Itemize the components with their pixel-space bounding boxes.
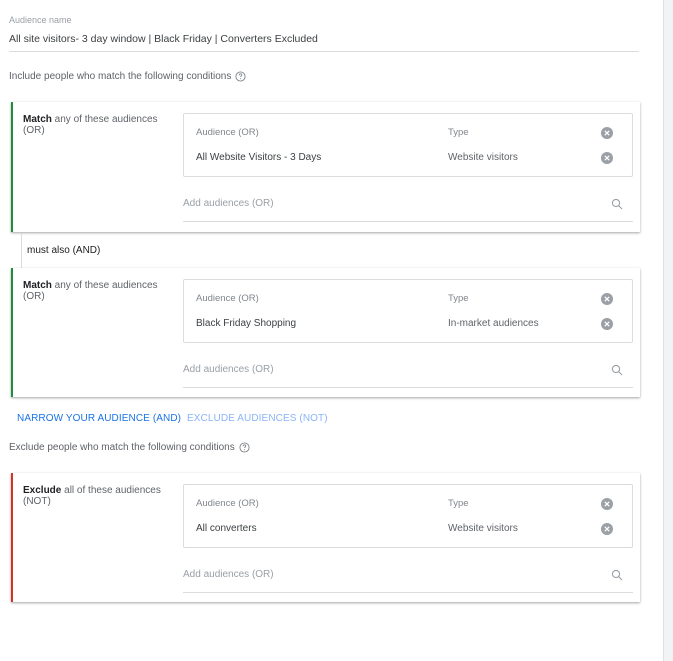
- audience-row-name: All converters: [196, 523, 257, 534]
- exclude-heading: Exclude people who match the following c…: [9, 442, 250, 453]
- group-match-label: Match any of these audiences (OR): [23, 114, 173, 136]
- add-audiences-input[interactable]: Add audiences (OR): [183, 188, 633, 222]
- help-icon[interactable]: [235, 71, 246, 82]
- narrow-audience-button[interactable]: NARROW YOUR AUDIENCE (AND): [17, 413, 181, 424]
- audience-row-type: In-market audiences: [448, 318, 539, 329]
- remove-audience-icon[interactable]: [601, 522, 613, 535]
- exclude-audiences-button[interactable]: EXCLUDE AUDIENCES (NOT): [187, 413, 328, 424]
- remove-all-icon[interactable]: [601, 497, 613, 510]
- audience-row-type: Website visitors: [448, 523, 518, 534]
- match-keyword: Match: [23, 114, 52, 125]
- add-audiences-input[interactable]: Add audiences (OR): [183, 354, 633, 388]
- include-heading: Include people who match the following c…: [9, 71, 246, 82]
- add-audiences-placeholder: Add audiences (OR): [183, 364, 274, 375]
- match-suffix: (NOT): [23, 496, 51, 507]
- audience-column-header: Audience (OR): [196, 293, 259, 304]
- remove-all-icon[interactable]: [601, 126, 613, 139]
- right-rail-scroll-area: [663, 0, 673, 661]
- remove-audience-icon[interactable]: [601, 317, 613, 330]
- search-icon[interactable]: [611, 363, 623, 376]
- exclude-keyword: Exclude: [23, 485, 62, 496]
- exclude-heading-text: Exclude people who match the following c…: [9, 442, 235, 453]
- and-connector-line: [21, 233, 22, 268]
- match-rest: all of these audiences: [61, 485, 161, 496]
- type-column-header: Type: [448, 127, 469, 138]
- search-icon[interactable]: [611, 197, 623, 210]
- selected-audiences-box: Audience (OR) Type All converters Websit…: [183, 484, 633, 548]
- include-group-1: Match any of these audiences (OR) Audien…: [11, 102, 640, 232]
- group-match-label: Match any of these audiences (OR): [23, 280, 173, 302]
- audience-name-input[interactable]: All site visitors- 3 day window | Black …: [9, 33, 318, 45]
- search-icon[interactable]: [611, 568, 623, 581]
- match-rest: any of these audiences: [51, 280, 158, 291]
- match-rest: any of these audiences: [51, 114, 158, 125]
- audience-name-label: Audience name: [9, 15, 72, 25]
- type-column-header: Type: [448, 498, 469, 509]
- help-icon[interactable]: [239, 442, 250, 453]
- add-audiences-input[interactable]: Add audiences (OR): [183, 559, 633, 593]
- audience-row-name: All Website Visitors - 3 Days: [196, 152, 322, 163]
- type-column-header: Type: [448, 293, 469, 304]
- selected-audiences-box: Audience (OR) Type Black Friday Shopping…: [183, 279, 633, 343]
- match-keyword: Match: [23, 280, 52, 291]
- must-also-label: must also (AND): [27, 245, 101, 256]
- audience-name-underline: [9, 51, 639, 52]
- remove-all-icon[interactable]: [601, 292, 613, 305]
- add-audiences-placeholder: Add audiences (OR): [183, 198, 274, 209]
- audience-column-header: Audience (OR): [196, 127, 259, 138]
- exclude-group: Exclude all of these audiences (NOT) Aud…: [11, 473, 640, 602]
- include-group-2: Match any of these audiences (OR) Audien…: [11, 268, 640, 397]
- add-audiences-placeholder: Add audiences (OR): [183, 569, 274, 580]
- audience-column-header: Audience (OR): [196, 498, 259, 509]
- group-match-label: Exclude all of these audiences (NOT): [23, 485, 173, 507]
- include-heading-text: Include people who match the following c…: [9, 71, 232, 82]
- match-suffix: (OR): [23, 125, 45, 136]
- audience-row-name: Black Friday Shopping: [196, 318, 297, 329]
- remove-audience-icon[interactable]: [601, 151, 613, 164]
- match-suffix: (OR): [23, 291, 45, 302]
- audience-row-type: Website visitors: [448, 152, 518, 163]
- selected-audiences-box: Audience (OR) Type All Website Visitors …: [183, 113, 633, 177]
